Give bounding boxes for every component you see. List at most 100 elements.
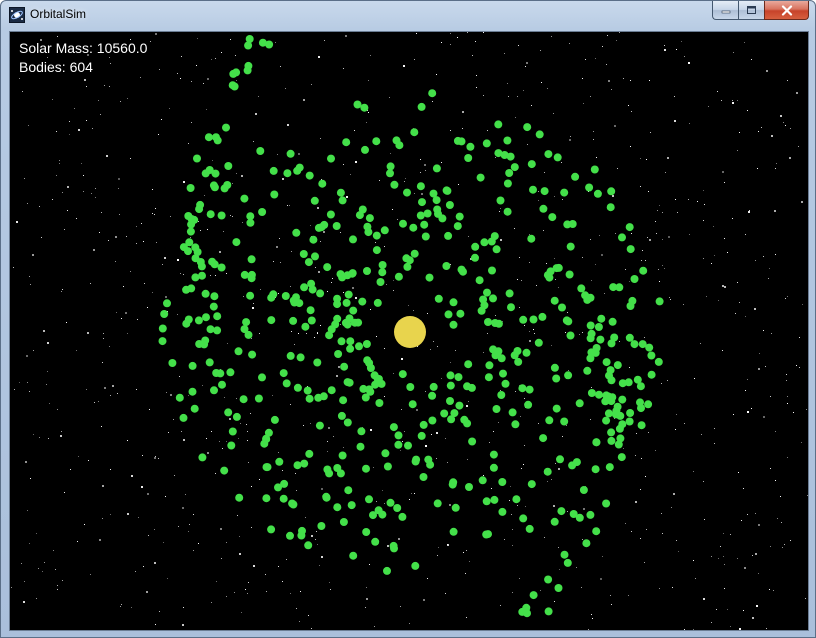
star [29, 543, 30, 544]
orbiting-body [213, 312, 222, 321]
star [561, 162, 562, 163]
orbiting-body [217, 263, 226, 272]
orbiting-body [456, 309, 465, 318]
orbiting-body [618, 395, 627, 404]
star [519, 307, 520, 308]
orbiting-body [618, 379, 627, 388]
star [752, 617, 754, 619]
star [239, 536, 240, 537]
orbiting-body [556, 455, 564, 464]
star [629, 367, 630, 368]
star [343, 164, 344, 165]
orbiting-body [394, 440, 403, 449]
orbiting-body [355, 211, 364, 220]
star [253, 303, 254, 304]
orbiting-body [286, 531, 294, 540]
star [739, 132, 740, 133]
star [640, 489, 641, 490]
star [248, 462, 249, 463]
star [737, 558, 738, 559]
orbiting-body [637, 404, 645, 413]
star [246, 424, 247, 425]
star [635, 501, 637, 503]
star [569, 43, 570, 44]
simulation-viewport[interactable]: Solar Mass: 10560.0 Bodies: 604 [9, 31, 809, 631]
orbiting-body [630, 275, 639, 283]
star [236, 80, 237, 81]
star [722, 171, 724, 173]
orbiting-body [512, 495, 521, 504]
star [27, 382, 28, 383]
star [260, 289, 261, 290]
star [737, 100, 738, 101]
orbiting-body [386, 498, 395, 507]
star [168, 432, 169, 433]
star [236, 173, 237, 174]
star [689, 123, 690, 124]
star [693, 471, 694, 472]
star [798, 146, 799, 147]
close-button[interactable] [764, 1, 809, 20]
star [81, 163, 82, 164]
star [766, 628, 767, 629]
orbiting-body [158, 337, 167, 346]
star [504, 539, 505, 540]
star [285, 88, 286, 89]
app-window: OrbitalSim Solar Mass: 10560.0 Bodies: 6… [0, 0, 816, 638]
orbiting-body [460, 415, 469, 424]
solar-mass-readout: Solar Mass: 10560.0 [19, 40, 148, 56]
title-bar[interactable]: OrbitalSim [1, 1, 815, 29]
star [411, 493, 412, 494]
orbital-scene[interactable] [10, 32, 809, 631]
orbiting-body [552, 404, 561, 413]
orbiting-body [188, 361, 197, 370]
star [661, 513, 662, 514]
star [30, 284, 31, 285]
star [678, 551, 679, 552]
star [703, 220, 704, 221]
maximize-button[interactable] [738, 1, 764, 20]
orbiting-body [544, 607, 553, 616]
orbiting-body [429, 189, 438, 198]
star [332, 278, 333, 279]
star [106, 155, 108, 157]
star [121, 318, 122, 319]
orbiting-body [505, 169, 514, 177]
star [752, 555, 753, 556]
star [275, 42, 276, 43]
star [475, 41, 476, 42]
orbiting-body [187, 284, 196, 293]
orbiting-body [258, 373, 266, 382]
orbiting-body [175, 393, 184, 402]
orbiting-body [602, 358, 611, 367]
star [162, 264, 163, 265]
star [681, 41, 682, 42]
star [664, 49, 666, 51]
star [141, 486, 143, 488]
star [174, 475, 175, 476]
orbiting-body [496, 196, 505, 205]
orbiting-body [356, 442, 365, 451]
star [321, 488, 323, 490]
star [602, 556, 603, 557]
orbiting-body [358, 297, 367, 306]
orbiting-body [281, 292, 290, 300]
orbiting-body [210, 260, 219, 269]
orbiting-body [550, 517, 559, 526]
orbiting-body [286, 149, 295, 158]
star [317, 333, 318, 334]
star [265, 574, 266, 575]
star [327, 291, 328, 292]
orbiting-body [399, 219, 407, 228]
star [190, 237, 191, 238]
star [400, 606, 401, 607]
star [369, 564, 370, 565]
star [445, 438, 446, 439]
star [529, 234, 530, 235]
minimize-button[interactable] [712, 1, 738, 20]
star [432, 101, 433, 102]
star [558, 547, 559, 548]
orbiting-body [226, 368, 235, 377]
star [675, 199, 676, 200]
star [387, 545, 389, 547]
